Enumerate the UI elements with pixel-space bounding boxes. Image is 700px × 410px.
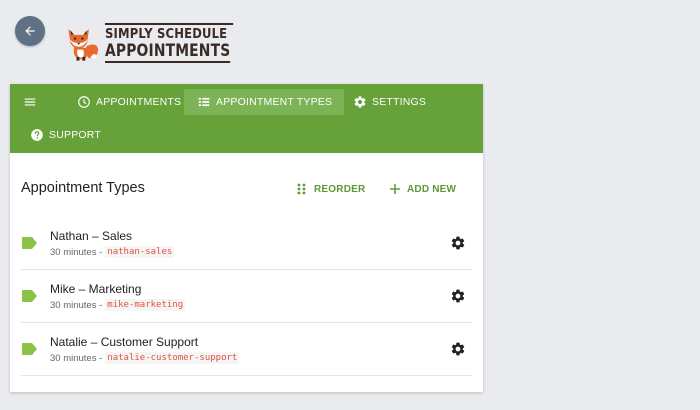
clock-icon [78, 96, 90, 108]
appointment-slug: nathan-sales [105, 246, 175, 258]
hamburger-icon[interactable] [23, 95, 37, 109]
reorder-label: REORDER [314, 183, 366, 195]
appointment-types-list: Nathan – Sales 30 minutes - nathan-sales… [21, 217, 472, 376]
appointment-type-name: Natalie – Customer Support [50, 335, 199, 349]
appointment-type-meta: 30 minutes - mike-marketing [50, 299, 186, 311]
list-item[interactable]: Nathan – Sales 30 minutes - nathan-sales [21, 217, 472, 270]
appointment-duration: 30 minutes - [50, 352, 103, 364]
nav-appointment-types[interactable]: APPOINTMENT TYPES [184, 89, 345, 115]
appointment-type-name: Mike – Marketing [50, 282, 142, 296]
logo-line-2: APPOINTMENTS [104, 42, 231, 63]
logo-line-1: SIMPLY SCHEDULE [104, 23, 234, 42]
list-icon [198, 97, 210, 107]
add-new-label: ADD NEW [407, 183, 457, 195]
list-item[interactable]: Mike – Marketing 30 minutes - mike-marke… [21, 270, 472, 323]
content-header: Appointment Types REORDER ADD NEW [10, 153, 483, 217]
settings-gear-icon[interactable] [450, 288, 466, 304]
nav-settings-label: SETTINGS [372, 96, 427, 108]
plus-icon [390, 184, 400, 194]
drag-handle-icon [297, 183, 306, 195]
appointment-type-meta: 30 minutes - nathan-sales [50, 246, 175, 258]
help-icon [31, 129, 43, 141]
appointment-duration: 30 minutes - [50, 246, 103, 258]
top-nav: APPOINTMENTS APPOINTMENT TYPES SETTINGS [10, 84, 483, 153]
appointment-type-meta: 30 minutes - natalie-customer-support [50, 352, 240, 364]
label-tag-icon [22, 343, 37, 355]
fox-logo-icon [68, 29, 99, 61]
label-tag-icon [22, 290, 37, 302]
add-new-button[interactable]: ADD NEW [389, 180, 456, 198]
main-panel: APPOINTMENTS APPOINTMENT TYPES SETTINGS [10, 84, 483, 392]
app-logo: SIMPLY SCHEDULE APPOINTMENTS [64, 16, 254, 70]
nav-support-label: SUPPORT [49, 129, 101, 141]
appointment-slug: mike-marketing [105, 299, 186, 311]
label-tag-icon [22, 237, 37, 249]
nav-settings[interactable]: SETTINGS [350, 89, 429, 115]
nav-appointments[interactable]: APPOINTMENTS [69, 89, 189, 115]
appointment-duration: 30 minutes - [50, 299, 103, 311]
settings-gear-icon[interactable] [450, 235, 466, 251]
back-button[interactable] [15, 16, 45, 46]
nav-appointment-types-label: APPOINTMENT TYPES [216, 96, 333, 108]
appointment-type-name: Nathan – Sales [50, 229, 133, 243]
appointment-slug: natalie-customer-support [105, 352, 240, 364]
list-item[interactable]: Natalie – Customer Support 30 minutes - … [21, 323, 472, 376]
gear-icon [354, 96, 366, 108]
nav-appointments-label: APPOINTMENTS [96, 96, 182, 108]
reorder-button[interactable]: REORDER [296, 180, 365, 198]
page-title: Appointment Types [21, 180, 145, 196]
settings-gear-icon[interactable] [450, 341, 466, 357]
nav-support[interactable]: SUPPORT [27, 122, 104, 148]
arrow-left-icon [25, 26, 35, 36]
